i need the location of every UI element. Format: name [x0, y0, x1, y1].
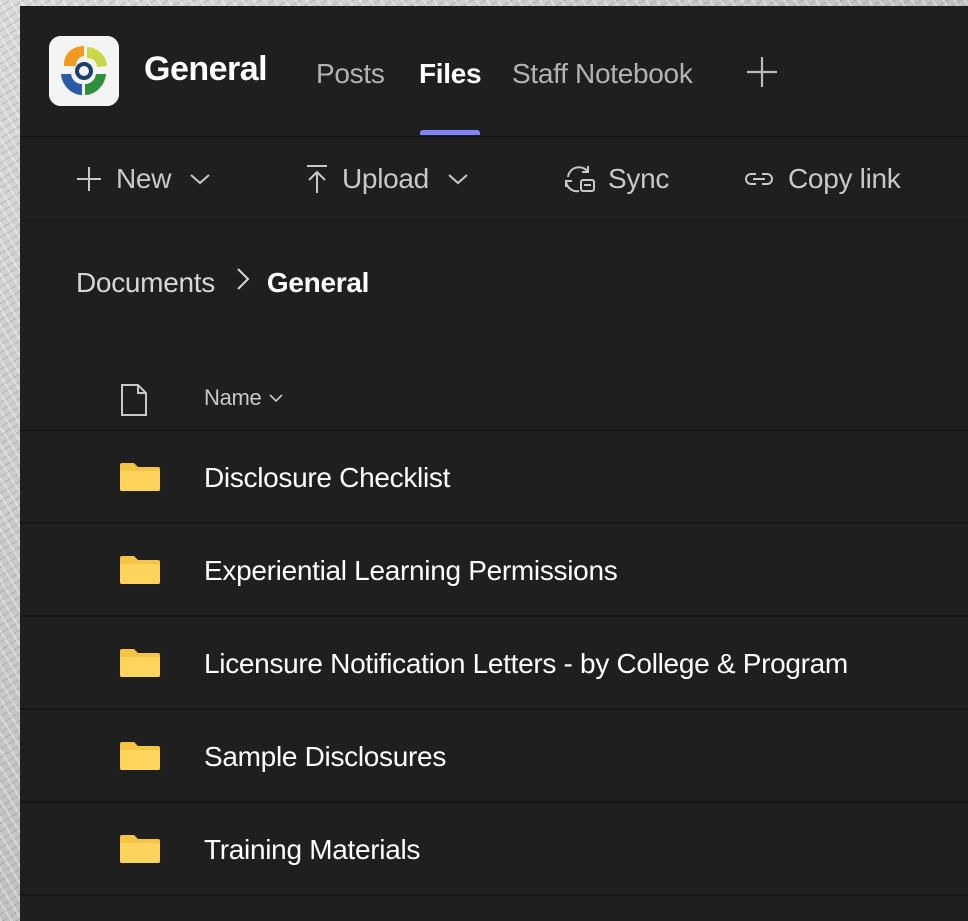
tab-posts[interactable]: Posts [316, 58, 385, 90]
file-type-column-header[interactable] [119, 383, 149, 422]
folder-name: Disclosure Checklist [204, 462, 451, 493]
sync-button-label: Sync [608, 163, 670, 194]
folder-name: Training Materials [204, 834, 421, 865]
plus-icon [747, 57, 777, 87]
list-item[interactable]: Licensure Notification Letters - by Coll… [20, 617, 968, 710]
copy-link-button[interactable]: Copy link [742, 159, 901, 199]
chevron-down-icon [190, 174, 210, 185]
new-button-label: New [116, 163, 172, 194]
new-button[interactable]: New [74, 159, 211, 199]
teams-files-window: General Posts Files Staff Notebook New U… [20, 6, 968, 921]
breadcrumb-current-folder: General [266, 266, 370, 298]
link-icon [745, 173, 773, 185]
active-tab-indicator [420, 130, 480, 135]
tab-staff-notebook[interactable]: Staff Notebook [512, 58, 693, 90]
list-item[interactable]: Disclosure Checklist [20, 431, 968, 524]
sync-button[interactable]: Sync [562, 159, 669, 199]
folder-icon [120, 649, 160, 677]
tab-files[interactable]: Files [419, 58, 482, 90]
plus-icon [77, 167, 101, 191]
folder-icon [120, 556, 160, 584]
upload-button-label: Upload [342, 163, 429, 194]
file-list-header: Name [20, 352, 968, 431]
list-item[interactable]: Training Materials [20, 803, 968, 896]
upload-button[interactable]: Upload [304, 159, 469, 199]
chevron-right-icon [235, 266, 251, 299]
channel-header: General Posts Files Staff Notebook [20, 6, 968, 137]
folder-icon [120, 463, 160, 491]
folder-name: Experiential Learning Permissions [204, 555, 618, 586]
folder-name: Sample Disclosures [204, 741, 447, 772]
breadcrumb-documents[interactable]: Documents [76, 267, 215, 299]
list-item[interactable]: Sample Disclosures [20, 710, 968, 803]
file-list: Disclosure Checklist Experiential Learni… [20, 431, 968, 896]
upload-icon [307, 165, 327, 193]
document-icon [121, 384, 147, 416]
chevron-down-icon [268, 394, 283, 403]
team-logo[interactable] [49, 36, 119, 106]
sync-icon [565, 166, 595, 193]
copy-link-button-label: Copy link [788, 163, 901, 194]
chevron-down-icon [448, 174, 468, 185]
add-tab-button[interactable] [744, 54, 780, 90]
name-column-label: Name [204, 385, 262, 410]
list-item[interactable]: Experiential Learning Permissions [20, 524, 968, 617]
folder-name: Licensure Notification Letters - by Coll… [204, 648, 848, 679]
folder-icon [120, 835, 160, 863]
command-toolbar: New Upload Sync Copy link [20, 137, 968, 221]
team-name: General [144, 50, 268, 88]
breadcrumb: Documents General [76, 266, 369, 299]
name-column-header[interactable]: Name [204, 385, 284, 411]
folder-icon [120, 742, 160, 770]
